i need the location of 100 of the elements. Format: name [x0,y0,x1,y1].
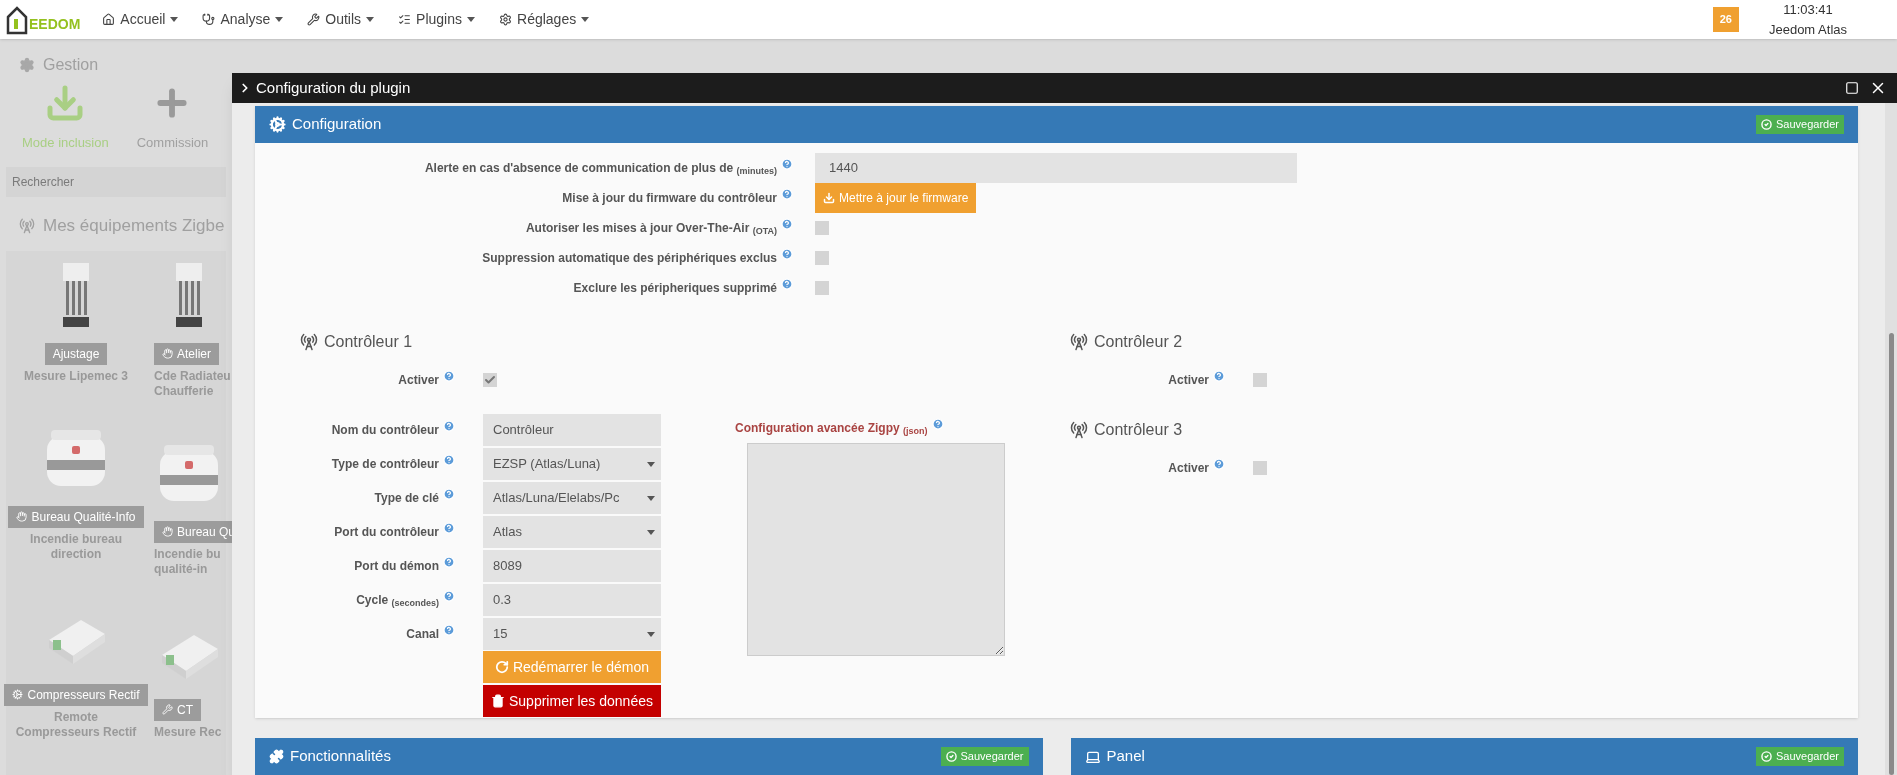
caret-icon [647,631,655,637]
device-tag: Atelier [154,342,219,365]
field-label: Activer [1168,372,1209,389]
input-field[interactable]: 0.3 [483,584,661,616]
download-icon [823,192,835,204]
help-icon [443,522,455,534]
trash-icon [491,694,505,708]
device-tag: Compresseurs Rectif [4,683,148,706]
help-icon [443,454,455,466]
field-label: Port du démon [354,558,439,575]
antenna-icon [1070,421,1088,439]
device-name: Chaufferie [154,383,214,399]
nav-menu[interactable]: Outils [307,9,375,30]
help-icon [443,624,455,636]
field-label: Activer [1168,460,1209,477]
search-field[interactable]: Rechercher [6,166,226,197]
list-icon [398,13,412,26]
field-label: Type de clé [374,490,439,507]
input-field[interactable]: Contrôleur [483,414,661,446]
download-icon [45,83,86,123]
checkbox[interactable] [483,373,497,387]
signal-icon [19,217,35,234]
help-icon [1213,458,1225,470]
device-tag: Ajustage [44,342,108,365]
nav-menu[interactable]: Analyse [202,9,284,30]
device-tag: CT [154,698,201,721]
help-icon [443,590,455,602]
wrench-icon [307,13,321,26]
field-label: Suppression automatique des périphériques exclus [482,250,777,267]
antenna-icon [300,333,318,351]
select-field[interactable]: Atlas/Luna/Elelabs/Pc [483,482,661,514]
controller-title: Contrôleur 1 [324,332,413,352]
panel-title: Panel [1106,746,1145,767]
section-title: Mes équipements Zigbe [43,214,225,237]
maximize-button[interactable] [1845,81,1859,95]
field-label: Cycle $_{(secondes)}$ [356,592,439,609]
select-field[interactable]: 15 [483,618,661,650]
caret-icon [366,17,375,22]
clock: 11:03:41 [1783,1,1833,19]
hand-icon [162,526,173,537]
help-icon [443,488,455,500]
help-icon [781,188,793,200]
checkbox[interactable] [815,221,829,235]
help-icon [1213,370,1225,382]
help-icon [781,278,793,290]
device-name: Mesure Lipemec 3 [23,368,128,384]
check-icon [1761,119,1772,130]
checkbox[interactable] [1253,461,1267,475]
caret-icon [647,495,655,501]
home-icon [102,13,116,26]
caret-icon [647,461,655,467]
user-name: Jeedom Atlas [1768,20,1847,39]
help-icon [931,418,944,430]
device-name: Incendie bureau [30,531,122,547]
dialog-title: Configuration du plugin [256,77,411,98]
help-icon [781,158,793,170]
device-name: Remote [54,709,98,725]
logo-icon [6,4,28,35]
hand-icon [162,348,173,359]
input-field[interactable]: 1440 [815,153,1297,183]
stethoscope-icon [202,13,216,26]
device-name: Compresseurs Rectif [15,724,137,740]
checkbox[interactable] [815,251,829,265]
input-field[interactable]: 8089 [483,550,661,582]
field-label: Nom du contrôleur [331,422,439,439]
check-icon [1761,751,1772,762]
controller-title: Contrôleur 3 [1094,420,1183,440]
tools-icon [162,704,173,715]
gears-icon [269,116,286,133]
gear-icon [19,57,35,73]
select-field[interactable]: EZSP (Atlas/Luna) [483,448,661,480]
caret-icon [170,17,179,22]
device-name: direction [50,546,102,562]
nav-menu[interactable]: Accueil [102,9,179,30]
field-label: Port du contrôleur [334,524,439,541]
caret-icon [467,17,475,22]
json-textarea[interactable] [747,443,1005,656]
advanced-config-label: Configuration avancée Zigpy $_{(json)}$ [735,420,928,437]
antenna-icon [1070,333,1088,351]
refresh-icon [494,660,509,674]
checkbox[interactable] [815,281,829,295]
field-label: Mise à jour du firmware du contrôleur [562,190,777,207]
nav-menu[interactable]: Réglages [499,9,590,30]
field-label: Alerte en cas d'absence de communication de plus de $_{(minutes)}$ [424,160,777,177]
section-title: Gestion [43,55,99,75]
help-icon [781,248,793,260]
device-name: qualité-in [154,561,208,577]
field-label: Canal [406,626,439,643]
hand-icon [16,511,28,522]
nav-menu[interactable]: Plugins [398,9,475,30]
device-name: Incendie bu [154,546,221,562]
checkbox[interactable] [1253,373,1267,387]
select-field[interactable]: Atlas [483,516,661,548]
device-name: Mesure Rec [154,724,222,740]
device-tag: Bureau Qualité-Info [8,505,144,528]
caret-icon [581,17,590,22]
check-icon [945,751,957,762]
field-label: Exclure les péripheriques supprimé [573,280,777,297]
delete-data-button[interactable]: Supprimer les données [483,685,661,717]
caret-icon [647,529,655,535]
